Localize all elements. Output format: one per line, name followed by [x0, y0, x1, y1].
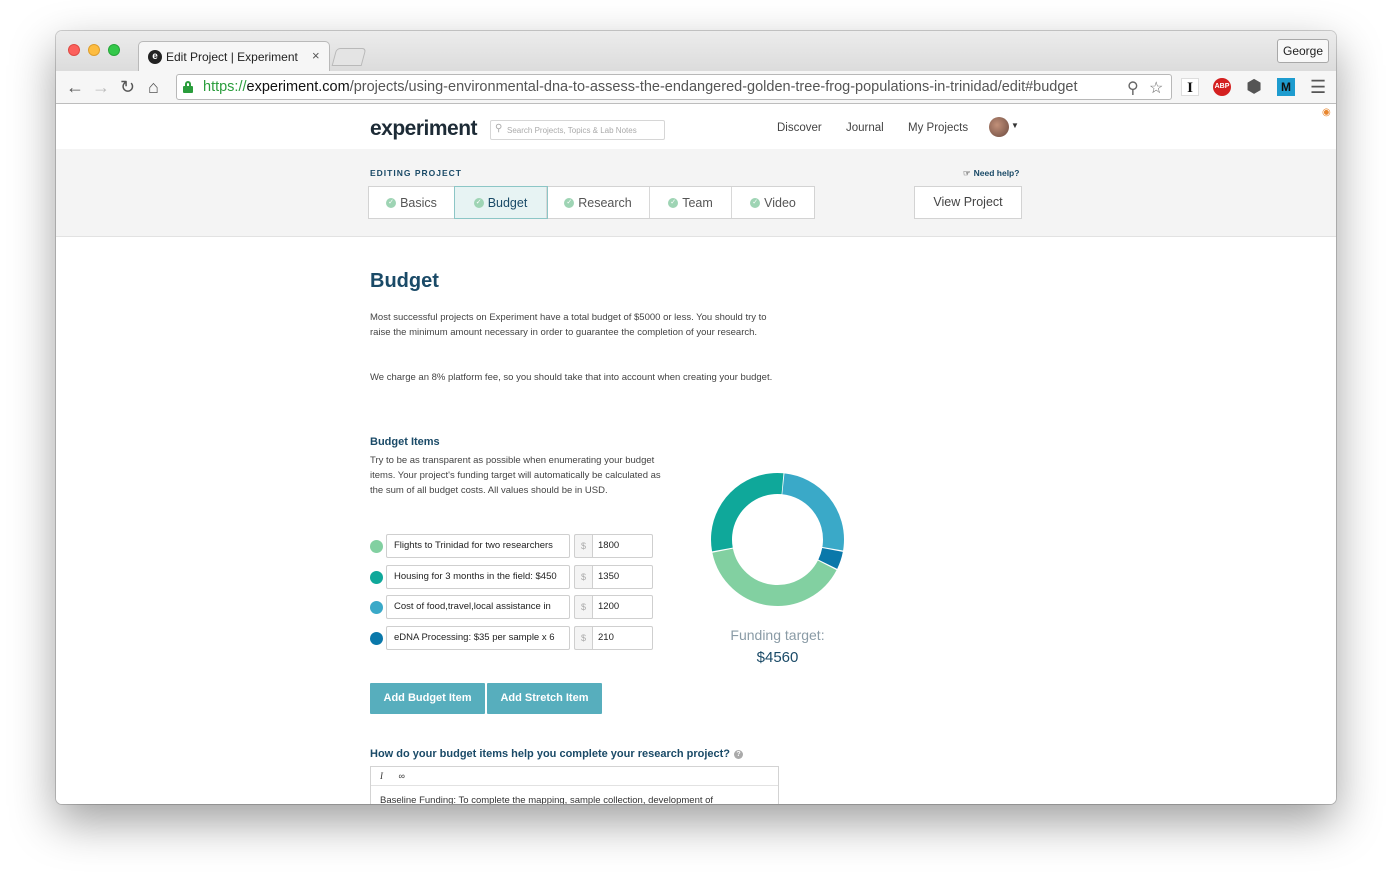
browser-tab[interactable]: e Edit Project | Experiment × — [138, 41, 330, 71]
view-project-button[interactable]: View Project — [914, 186, 1022, 219]
link-icon[interactable]: ∞ — [399, 771, 405, 781]
url-scheme: https:// — [203, 79, 247, 95]
lock-icon — [183, 81, 193, 93]
experiment-favicon-icon: e — [148, 50, 162, 64]
instapaper-extension-icon[interactable]: I — [1181, 78, 1199, 96]
check-circle-icon: ✓ — [564, 197, 575, 208]
editing-project-label: EDITING PROJECT — [370, 168, 462, 178]
address-bar[interactable]: https://experiment.com/projects/using-en… — [176, 74, 1172, 100]
tab-team[interactable]: ✓ Team — [650, 187, 732, 218]
page-content: experiment ⚲ Discover Journal My Project… — [56, 105, 1336, 804]
minimize-window-button[interactable] — [88, 44, 100, 56]
budget-item-amount-input[interactable]: 1350 — [592, 565, 653, 589]
budget-question-label: How do your budget items help you comple… — [370, 748, 731, 760]
budget-item-description-input[interactable]: Flights to Trinidad for two researchers — [386, 534, 570, 558]
tab-basics[interactable]: ✓ Basics — [369, 187, 455, 218]
page-title: Budget — [370, 270, 439, 292]
need-help-label: Need help? — [973, 168, 1020, 178]
budget-items-description: Try to be as transparent as possible whe… — [370, 455, 661, 496]
browser-window: e Edit Project | Experiment × George ← →… — [56, 31, 1336, 804]
platform-fee-note: We charge an 8% platform fee, so you sho… — [370, 372, 773, 383]
chevron-down-icon[interactable]: ▼ — [1011, 121, 1019, 130]
tab-label: Budget — [487, 195, 528, 210]
budget-items-title: Budget Items — [370, 436, 440, 448]
color-dot — [370, 571, 383, 584]
maximize-window-button[interactable] — [108, 44, 120, 56]
budget-item-amount-input[interactable]: 210 — [592, 626, 653, 650]
close-window-button[interactable] — [68, 44, 80, 56]
profile-button[interactable]: George — [1277, 39, 1329, 63]
tab-label: Research — [578, 195, 632, 210]
budget-item-amount-input[interactable]: 1800 — [592, 534, 653, 558]
home-icon[interactable]: ⌂ — [148, 77, 159, 97]
editor-toolbar: I ∞ — [371, 767, 778, 786]
notification-icon[interactable]: ◉ — [1322, 107, 1332, 118]
add-budget-item-button[interactable]: Add Budget Item — [370, 683, 485, 714]
check-circle-icon: ✓ — [473, 197, 484, 208]
help-icon[interactable]: ? — [734, 750, 744, 759]
budget-question: How do your budget items help you comple… — [370, 748, 744, 760]
budget-explanation-editor[interactable]: I ∞ Baseline Funding: To complete the ma… — [370, 766, 779, 804]
search-icon: ⚲ — [495, 123, 503, 134]
budget-item-description-input[interactable]: Cost of food,travel,local assistance in — [386, 595, 570, 619]
tab-label: Video — [764, 195, 796, 210]
currency-addon: $ — [574, 595, 592, 619]
back-arrow-icon[interactable]: ← — [66, 77, 84, 97]
hexagon-extension-icon[interactable]: ⬢ — [1245, 78, 1263, 96]
funding-target-label: Funding target: — [730, 627, 825, 643]
budget-item-description-input[interactable]: eDNA Processing: $35 per sample x 6 — [386, 626, 570, 650]
budget-item-amount-input[interactable]: 1200 — [592, 595, 653, 619]
check-circle-icon: ✓ — [668, 197, 679, 208]
currency-addon: $ — [574, 626, 592, 650]
editor-text[interactable]: Baseline Funding: To complete the mappin… — [371, 786, 778, 804]
tab-video[interactable]: ✓ Video — [732, 187, 814, 218]
currency-addon: $ — [574, 565, 592, 589]
forward-arrow-icon[interactable]: → — [92, 77, 110, 97]
italic-icon[interactable]: I — [380, 771, 383, 781]
budget-item-description-input[interactable]: Housing for 3 months in the field: $450 — [386, 565, 570, 589]
zoom-icon[interactable]: ⚲ — [1127, 78, 1139, 98]
nav-journal[interactable]: Journal — [846, 122, 884, 134]
budget-intro: Most successful projects on Experiment h… — [370, 312, 767, 338]
need-help-link[interactable]: ☞ Need help? — [963, 168, 1019, 179]
pointing-hand-icon: ☞ — [963, 168, 971, 178]
tab-budget[interactable]: ✓ Budget — [454, 186, 548, 219]
url-path: /projects/using-environmental-dna-to-ass… — [349, 79, 1078, 95]
browser-toolbar: ← → ↻ ⌂ https://experiment.com/projects/… — [56, 71, 1336, 104]
editing-project-band: EDITING PROJECT ☞ Need help? ✓ Basics ✓ Bud… — [56, 149, 1336, 237]
url-text: https://experiment.com/projects/using-en… — [203, 79, 1078, 95]
title-bar: e Edit Project | Experiment × George — [56, 31, 1336, 71]
tab-close-icon[interactable]: × — [312, 48, 320, 63]
site-logo[interactable]: experiment — [370, 117, 478, 141]
color-dot — [370, 632, 383, 645]
site-search-input[interactable] — [507, 123, 657, 137]
url-host: experiment.com — [246, 79, 350, 95]
currency-addon: $ — [574, 534, 592, 558]
site-header: experiment ⚲ Discover Journal My Project… — [56, 105, 1336, 149]
tab-label: Basics — [400, 195, 437, 210]
tab-title: Edit Project | Experiment — [166, 50, 298, 64]
color-dot — [370, 601, 383, 614]
check-circle-icon: ✓ — [750, 197, 761, 208]
site-search[interactable]: ⚲ — [490, 120, 665, 140]
add-stretch-item-button[interactable]: Add Stretch Item — [487, 683, 602, 714]
budget-donut-chart — [711, 473, 844, 606]
menu-icon[interactable]: ☰ — [1310, 77, 1326, 97]
user-avatar[interactable] — [989, 117, 1009, 137]
tab-research[interactable]: ✓ Research — [547, 187, 650, 218]
nav-discover[interactable]: Discover — [777, 122, 822, 134]
check-circle-icon: ✓ — [386, 197, 397, 208]
adblock-plus-icon[interactable]: ABP — [1213, 78, 1231, 96]
nav-my-projects[interactable]: My Projects — [908, 122, 968, 134]
new-tab-button[interactable] — [331, 48, 367, 66]
tab-label: Team — [682, 195, 713, 210]
reload-icon[interactable]: ↻ — [120, 77, 135, 97]
funding-target-value: $4560 — [756, 649, 799, 666]
edit-tabs: ✓ Basics ✓ Budget ✓ Research ✓ Team ✓ Video — [368, 186, 815, 219]
m-extension-icon[interactable]: M — [1277, 78, 1295, 96]
color-dot — [370, 540, 383, 553]
bookmark-star-icon[interactable]: ☆ — [1149, 78, 1163, 98]
